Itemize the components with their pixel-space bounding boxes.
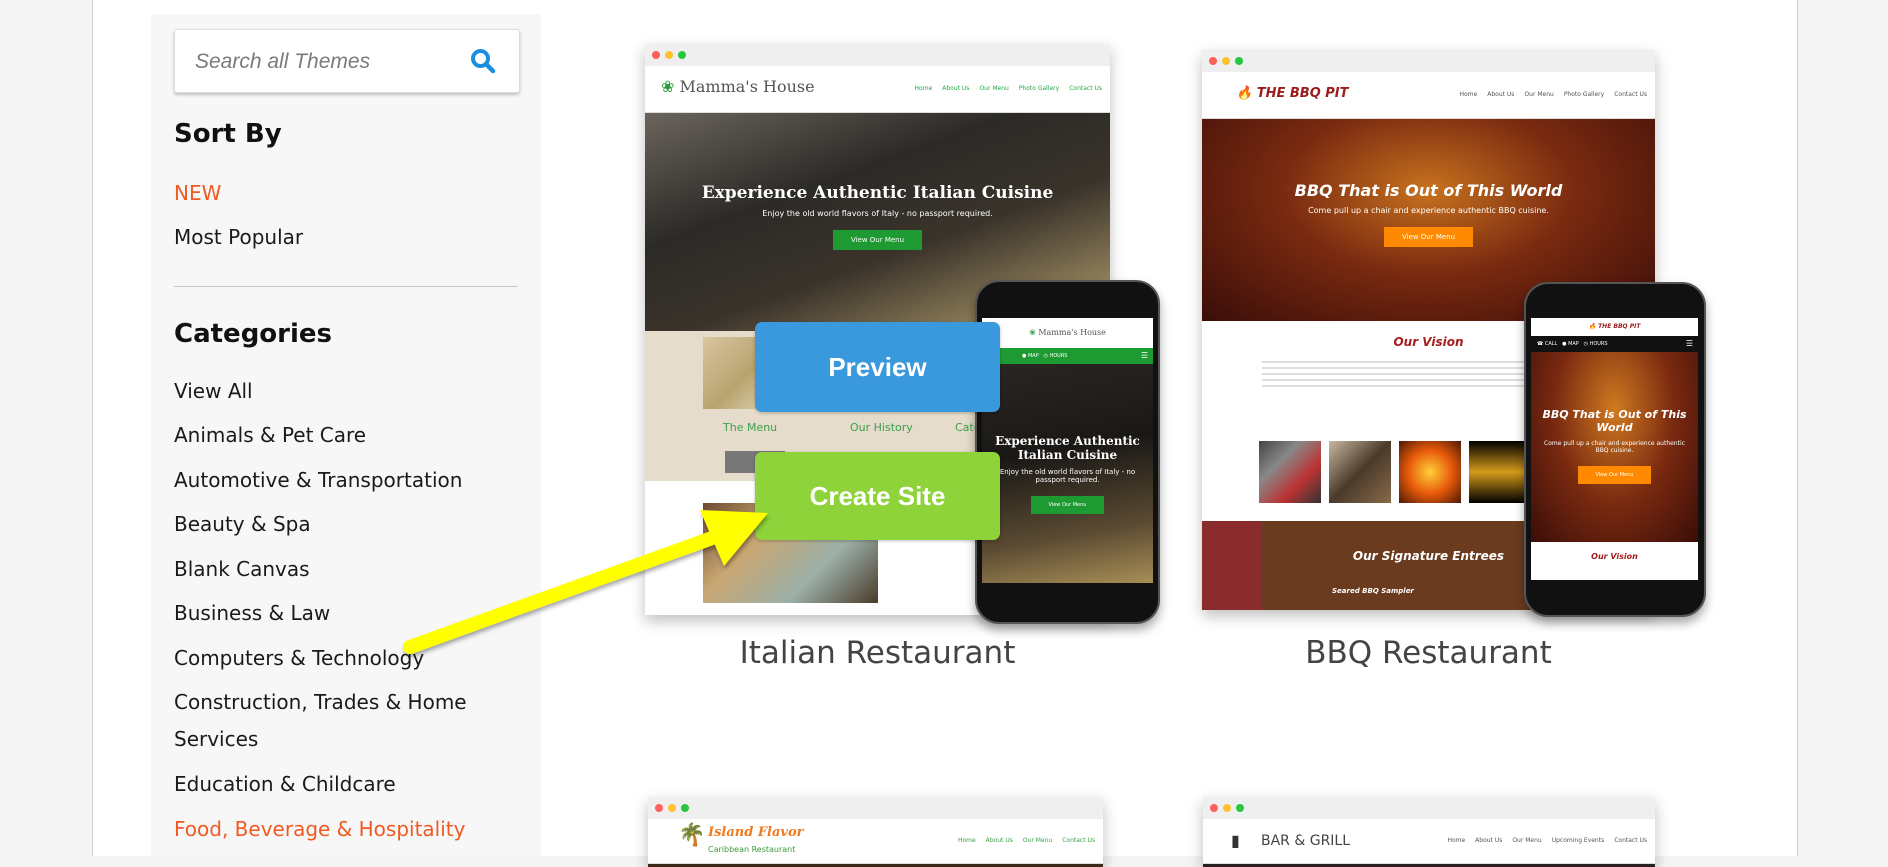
category-beauty-spa[interactable]: Beauty & Spa [174,506,311,543]
category-business-law[interactable]: Business & Law [174,595,330,632]
clock-icon: ◷ [1043,353,1048,359]
site-header: 🔥 THE BBQ PIT Home About Us Our Menu Photo … [1202,72,1655,119]
search-button[interactable] [469,47,497,75]
sidebar-divider [174,286,518,287]
category-animals-pet-care[interactable]: Animals & Pet Care [174,417,366,454]
minimize-dot-icon [1222,57,1230,65]
categories-heading: Categories [174,319,333,349]
site-logo: 🔥 THE BBQ PIT [1236,86,1349,101]
browser-titlebar [648,797,1103,819]
theme-title[interactable]: BBQ Restaurant [1202,635,1655,671]
site-nav: Home About Us Our Menu Contact Us [957,837,1095,844]
palm-tree-icon: 🌴 [678,823,706,848]
site-logo: BAR & GRILL [1261,833,1351,849]
browser-titlebar [645,44,1110,66]
category-view-all[interactable]: View All [174,373,253,410]
hero-subtitle: Enjoy the old world flavors of Italy - n… [762,209,993,218]
olive-branch-icon: ❀ [1029,328,1036,337]
category-automotive-transportation[interactable]: Automotive & Transportation [174,462,462,499]
site-nav: Home About Us Our Menu Upcoming Events Conta… [1447,837,1647,844]
hamburger-menu-icon: ☰ [1685,339,1693,348]
maximize-dot-icon [678,51,686,59]
category-construction-trades-home-services[interactable]: Construction, Trades & Home Services [174,684,474,758]
maximize-dot-icon [1236,804,1244,812]
mobile-site-header: 🔥 THE BBQ PIT [1588,323,1641,330]
preview-button[interactable]: Preview [755,322,1000,412]
site-logo: ❀ Mamma's House [661,77,815,96]
mobile-preview-italian[interactable]: ❀ Mamma's House ● MAP ◷ HOURS ☰ Experien… [975,280,1160,624]
section-title: Our History [850,421,913,434]
hero-subtitle: Come pull up a chair and experience auth… [1308,206,1549,215]
mobile-hero: BBQ That is Out of This World Come pull … [1531,352,1698,542]
desktop-preview-bar-grill[interactable]: ▮ BAR & GRILL Home About Us Our Menu Upcomi… [1203,797,1655,867]
search-icon [471,49,496,74]
close-dot-icon [655,804,663,812]
site-nav: Home About Us Our Menu Photo Gallery Contact… [914,85,1102,92]
mobile-hero: Experience Authentic Italian Cuisine Enj… [982,364,1153,583]
clock-icon: ◷ [1583,341,1588,347]
close-dot-icon [1209,57,1217,65]
category-computers-technology[interactable]: Computers & Technology [174,640,424,677]
search-box [174,29,520,93]
mobile-action-bar: ☎ CALL ● MAP ◷ HOURS ☰ [1531,336,1698,352]
close-dot-icon [1210,804,1218,812]
browser-titlebar [1203,797,1655,819]
mobile-preview-bbq[interactable]: 🔥 THE BBQ PIT ☎ CALL ● MAP ◷ HOURS ☰ BBQ… [1524,282,1706,617]
theme-title[interactable]: Italian Restaurant [645,635,1110,671]
sort-heading: Sort By [174,119,282,149]
bottle-burger-icon: ▮ [1231,831,1240,850]
category-food-beverage-hospitality[interactable]: Food, Beverage & Hospitality [174,811,465,848]
sidebar: Sort By NEW Most Popular Categories View… [151,14,541,856]
map-pin-icon: ● [1562,341,1567,347]
hero-cta: View Our Menu [832,230,923,250]
hero-title: Experience Authentic Italian Cuisine [701,183,1054,203]
map-pin-icon: ● [1022,353,1027,359]
category-education-childcare[interactable]: Education & Childcare [174,766,396,803]
search-input[interactable] [193,48,457,76]
phone-icon: ☎ [1537,341,1544,347]
minimize-dot-icon [1223,804,1231,812]
site-header: 🌴 Island Flavor Caribbean Restaurant Hom… [648,819,1103,864]
hero-title: BBQ That is Out of This World [1294,181,1563,200]
site-logo: Island Flavor [708,825,804,840]
section-title: The Menu [723,421,778,434]
flame-icon: 🔥 [1588,323,1596,330]
mobile-action-bar: ● MAP ◷ HOURS ☰ [982,348,1153,364]
sort-option-most-popular[interactable]: Most Popular [174,219,303,256]
sort-option-new[interactable]: NEW [174,175,221,212]
hamburger-menu-icon: ☰ [1140,351,1148,360]
site-nav: Home About Us Our Menu Photo Gallery Contact… [1459,91,1647,98]
maximize-dot-icon [1235,57,1243,65]
maximize-dot-icon [681,804,689,812]
flame-icon: 🔥 [1236,86,1253,101]
desktop-preview-island[interactable]: 🌴 Island Flavor Caribbean Restaurant Hom… [648,797,1103,867]
browser-titlebar [1202,50,1655,72]
create-site-button[interactable]: Create Site [755,452,1000,540]
hero-cta: View Our Menu [1383,227,1474,247]
olive-branch-icon: ❀ [661,77,675,96]
minimize-dot-icon [668,804,676,812]
site-tagline: Caribbean Restaurant [708,845,796,854]
minimize-dot-icon [665,51,673,59]
site-header: ▮ BAR & GRILL Home About Us Our Menu Upcomi… [1203,819,1655,864]
mobile-site-header: ❀ Mamma's House [1029,328,1106,337]
site-header: ❀ Mamma's House Home About Us Our Menu Phot… [645,66,1110,113]
category-blank-canvas[interactable]: Blank Canvas [174,551,310,588]
close-dot-icon [652,51,660,59]
